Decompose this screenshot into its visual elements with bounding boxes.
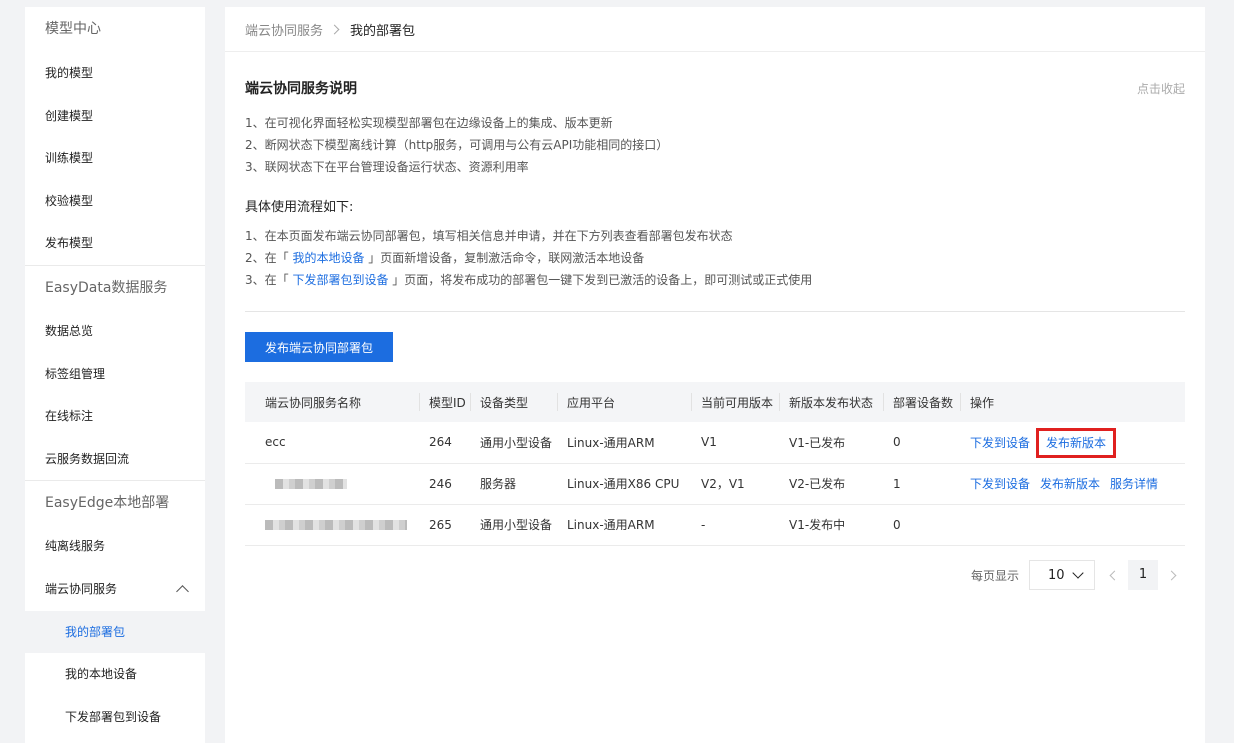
packages-table: 端云协同服务名称 模型ID 设备类型 应用平台 当前可用版本 新版本发布状态 部…	[245, 382, 1185, 546]
breadcrumb-current: 我的部署包	[350, 23, 416, 39]
deliver-to-device-link[interactable]: 下发到设备	[970, 436, 1030, 450]
description-line: 1、在可视化界面轻松实现模型部署包在边缘设备上的集成、版本更新	[245, 116, 613, 130]
service-name-redacted	[245, 504, 419, 545]
col-service-name: 端云协同服务名称	[265, 395, 362, 410]
deliver-package-link[interactable]: 下发部署包到设备	[292, 273, 388, 287]
platform: Linux-通用ARM	[567, 435, 655, 450]
release-status: V2-已发布	[789, 477, 846, 491]
flow-step-2: 2、在「 我的本地设备 」页面新增设备，复制激活命令，联网激活本地设备	[245, 247, 1185, 269]
device-type: 通用小型设备	[480, 435, 553, 450]
current-version: V1	[701, 435, 717, 450]
flow-step-text: 3、在「	[245, 273, 293, 287]
chevron-up-icon	[176, 585, 189, 599]
sidebar-item-train-model[interactable]: 训练模型	[25, 137, 205, 180]
flow-step-text: 2、在「	[245, 251, 293, 265]
divider	[245, 311, 1185, 312]
model-id: 265	[429, 517, 452, 532]
actions-cell: 下发到设备 发布新版本 服务详情	[960, 463, 1185, 504]
col-device-count: 部署设备数	[883, 382, 960, 422]
sidebar-group-label: 端云协同服务	[45, 581, 118, 596]
collapse-link[interactable]: 点击收起	[1137, 80, 1185, 97]
sidebar-group-edge-cloud[interactable]: 端云协同服务	[25, 568, 205, 611]
publish-package-button[interactable]: 发布端云协同部署包	[245, 332, 393, 362]
main-panel: 端云协同服务 我的部署包 端云协同服务说明 点击收起 1、在可视化界面轻松实现模…	[225, 7, 1205, 743]
sidebar-item-deliver-package[interactable]: 下发部署包到设备	[25, 696, 205, 739]
sidebar-item-my-packages[interactable]: 我的部署包	[25, 610, 205, 654]
chevron-right-icon	[329, 24, 340, 34]
col-current-version: 当前可用版本	[691, 382, 779, 422]
sidebar-item-publish-model[interactable]: 发布模型	[25, 222, 205, 265]
description-line: 3、联网状态下在平台管理设备运行状态、资源利用率	[245, 160, 529, 174]
sidebar: 模型中心 我的模型 创建模型 训练模型 校验模型 发布模型 EasyData数据…	[25, 7, 205, 743]
col-model-id: 模型ID	[419, 382, 470, 422]
col-device-type: 设备类型	[470, 382, 557, 422]
sidebar-item-label-groups[interactable]: 标签组管理	[25, 353, 205, 396]
flow-step-text: 」页面新增设备，复制激活命令，联网激活本地设备	[364, 251, 645, 265]
sidebar-item-my-local-devices[interactable]: 我的本地设备	[25, 653, 205, 696]
breadcrumb: 端云协同服务 我的部署包	[225, 7, 1205, 52]
pagination: 每页显示 10 1	[971, 560, 1185, 590]
current-version: V2，V1	[701, 477, 745, 491]
service-name: ecc	[265, 435, 286, 450]
device-count: 0	[893, 517, 901, 532]
breadcrumb-parent[interactable]: 端云协同服务	[245, 20, 323, 39]
deliver-to-device-link[interactable]: 下发到设备	[970, 477, 1030, 491]
sidebar-item-offline-service[interactable]: 纯离线服务	[25, 525, 205, 568]
platform: Linux-通用ARM	[567, 518, 655, 532]
actions-cell	[960, 504, 1185, 545]
publish-new-version-link[interactable]: 发布新版本	[1040, 477, 1100, 491]
table-header-row: 端云协同服务名称 模型ID 设备类型 应用平台 当前可用版本 新版本发布状态 部…	[245, 382, 1185, 422]
sidebar-item-my-models[interactable]: 我的模型	[25, 52, 205, 95]
device-count: 1	[893, 476, 901, 491]
model-id: 246	[429, 476, 452, 491]
redacted-text	[265, 520, 407, 530]
model-id: 264	[429, 435, 452, 450]
my-local-devices-link[interactable]: 我的本地设备	[292, 251, 364, 265]
content: 端云协同服务说明 点击收起 1、在可视化界面轻松实现模型部署包在边缘设备上的集成…	[225, 78, 1205, 546]
col-actions: 操作	[960, 382, 1185, 422]
platform: Linux-通用X86 CPU	[567, 477, 680, 491]
next-page-icon[interactable]	[1166, 570, 1177, 580]
service-details-link[interactable]: 服务详情	[1110, 477, 1158, 491]
redacted-text	[275, 479, 347, 489]
description-line: 2、断网状态下模型离线计算（http服务，可调用与公有云API功能相同的接口）	[245, 138, 669, 152]
device-type: 通用小型设备	[480, 518, 553, 532]
prev-page-icon[interactable]	[1109, 570, 1120, 580]
release-status: V1-已发布	[789, 435, 846, 450]
sidebar-item-validate-model[interactable]: 校验模型	[25, 180, 205, 223]
chevron-down-icon	[1072, 567, 1084, 579]
description-title: 端云协同服务说明	[245, 81, 357, 97]
col-platform: 应用平台	[557, 382, 691, 422]
page-size-label: 每页显示	[970, 568, 1019, 583]
sidebar-item-create-model[interactable]: 创建模型	[25, 95, 205, 138]
sidebar-item-online-annotation[interactable]: 在线标注	[25, 395, 205, 438]
release-status: V1-发布中	[789, 518, 846, 532]
flow-step-text: 」页面，将发布成功的部署包一键下发到已激活的设备上，即可测试或正式使用	[388, 273, 813, 287]
flow-title: 具体使用流程如下:	[245, 200, 354, 215]
service-name-redacted	[245, 463, 419, 504]
table-row: ecc 264 通用小型设备 Linux-通用ARM V1 V1-已发布 0 下…	[245, 422, 1185, 463]
table-row: 265 通用小型设备 Linux-通用ARM - V1-发布中 0	[245, 504, 1185, 545]
page-size-value: 10	[1048, 567, 1065, 583]
publish-new-version-link[interactable]: 发布新版本	[1036, 427, 1117, 458]
device-count: 0	[893, 435, 901, 450]
sidebar-section-model-center: 模型中心	[45, 21, 101, 37]
sidebar-item-cloud-data-backflow[interactable]: 云服务数据回流	[25, 438, 205, 481]
page-number[interactable]: 1	[1128, 560, 1158, 590]
description-list: 1、在可视化界面轻松实现模型部署包在边缘设备上的集成、版本更新 2、断网状态下模…	[245, 112, 1185, 178]
device-type: 服务器	[480, 477, 517, 491]
sidebar-section-easyedge: EasyEdge本地部署	[25, 480, 205, 525]
flow-step-3: 3、在「 下发部署包到设备 」页面，将发布成功的部署包一键下发到已激活的设备上，…	[245, 269, 1185, 291]
current-version: -	[701, 517, 706, 532]
sidebar-item-data-overview[interactable]: 数据总览	[25, 310, 205, 353]
actions-cell: 下发到设备 发布新版本	[960, 422, 1185, 463]
table-row: 246 服务器 Linux-通用X86 CPU V2，V1 V2-已发布 1 下…	[245, 463, 1185, 504]
sidebar-section-easydata: EasyData数据服务	[25, 264, 205, 310]
flow-list: 1、在本页面发布端云协同部署包，填写相关信息并申请，并在下方列表查看部署包发布状…	[245, 225, 1185, 291]
col-release-status: 新版本发布状态	[779, 382, 883, 422]
page-size-select[interactable]: 10	[1029, 560, 1095, 590]
flow-step-1: 1、在本页面发布端云协同部署包，填写相关信息并申请，并在下方列表查看部署包发布状…	[245, 229, 733, 243]
description-header: 端云协同服务说明 点击收起	[245, 78, 1185, 98]
